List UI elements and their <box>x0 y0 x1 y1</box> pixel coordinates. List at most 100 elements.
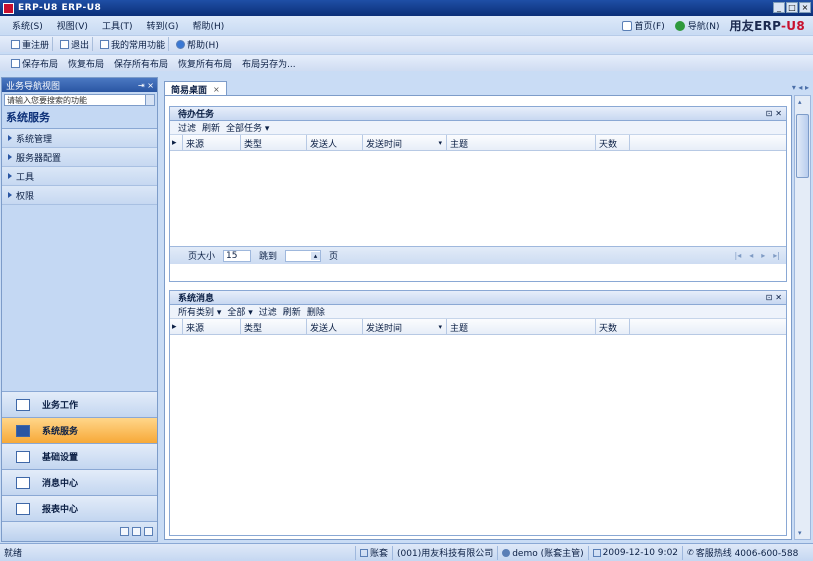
scroll-thumb[interactable] <box>796 114 809 178</box>
page-size-input[interactable]: 15 <box>223 249 252 262</box>
module-basic-settings[interactable]: 基础设置 <box>2 443 157 469</box>
panel-title-bar: 待办任务 ⊡ ✕ <box>170 107 786 121</box>
refresh-button[interactable]: 刷新 <box>283 305 301 318</box>
col-send-time[interactable]: 发送时间 ▾ <box>363 135 447 151</box>
close-button[interactable]: × <box>799 2 811 13</box>
relogin-icon <box>11 39 20 49</box>
status-hotline-label: 客服热线 4006-600-588 <box>695 549 799 559</box>
save-layout-as-button[interactable]: 布局另存为... <box>239 56 299 70</box>
col-send-time[interactable]: 发送时间 ▾ <box>363 319 447 335</box>
logo-suffix: U8 <box>786 19 805 33</box>
col-days[interactable]: 天数 <box>596 319 630 335</box>
minimize-button[interactable]: _ <box>773 2 785 13</box>
home-button[interactable]: 首页(F) <box>621 19 665 32</box>
panel-restore-icon[interactable]: ⊡ <box>766 109 773 118</box>
goto-page-input[interactable]: ▴ <box>285 249 322 262</box>
panel-restore-icon[interactable]: ⊡ <box>766 293 773 302</box>
category-dropdown[interactable]: 所有类别 ▾ <box>178 305 221 318</box>
col-send-time-label: 发送时间 <box>366 139 403 150</box>
module-message-center[interactable]: 消息中心 <box>2 469 157 495</box>
filter-button[interactable]: 过滤 <box>259 305 277 318</box>
menu-goto[interactable]: 转到(G) <box>146 19 178 32</box>
nav-button[interactable]: 导航(N) <box>674 19 719 32</box>
content-scrollbar[interactable]: ▴ ▾ <box>794 95 811 540</box>
menu-help[interactable]: 帮助(H) <box>192 19 224 32</box>
scroll-up-icon[interactable]: ▴ <box>798 98 802 106</box>
help-icon <box>176 39 186 49</box>
col-sender[interactable]: 发送人 <box>307 135 363 151</box>
panel-title: 系统消息 <box>178 294 215 304</box>
nav-tree-item-server-config[interactable]: 服务器配置 <box>2 148 157 167</box>
menu-tools[interactable]: 工具(T) <box>102 19 133 32</box>
panel-toolbar: 过滤 刷新 全部任务 ▾ <box>170 121 786 135</box>
nav-search-input[interactable]: 请输入您要搜索的功能 <box>4 94 155 106</box>
module-label: 报表中心 <box>42 505 79 515</box>
menu-view[interactable]: 视图(V) <box>57 19 88 32</box>
nav-header-title: 业务导航视图 <box>6 81 61 92</box>
scroll-down-icon[interactable]: ▾ <box>798 529 802 537</box>
nav-configure-icon[interactable] <box>144 527 153 536</box>
panel-close-icon[interactable]: ✕ <box>775 109 782 118</box>
last-page-icon[interactable]: ▸| <box>773 251 780 260</box>
nav-tree-item-permissions[interactable]: 权限 <box>2 186 157 205</box>
col-subject[interactable]: 主题 <box>447 319 596 335</box>
nav-tree-item-system-admin[interactable]: 系统管理 <box>2 129 157 148</box>
nav-footer <box>2 521 157 541</box>
home-label: 首页(F) <box>634 22 665 32</box>
tab-close-icon[interactable]: × <box>213 85 220 94</box>
nav-option-icon[interactable] <box>120 527 129 536</box>
save-all-layouts-button[interactable]: 保存所有布局 <box>111 56 171 70</box>
all-dropdown[interactable]: 全部 ▾ <box>227 305 252 318</box>
filter-button[interactable]: 过滤 <box>178 121 196 134</box>
module-label: 系统服务 <box>42 427 79 437</box>
chart-icon <box>16 398 30 411</box>
col-type[interactable]: 类型 <box>241 135 307 151</box>
module-business-work[interactable]: 业务工作 <box>2 391 157 417</box>
task-scope-dropdown[interactable]: 全部任务 ▾ <box>226 121 269 134</box>
restore-all-layouts-button[interactable]: 恢复所有布局 <box>175 56 235 70</box>
col-subject[interactable]: 主题 <box>447 135 596 151</box>
row-indicator-col: ▸ <box>170 319 183 335</box>
panel-close-icon[interactable]: ✕ <box>775 293 782 302</box>
nav-option-icon[interactable] <box>132 527 141 536</box>
module-report-center[interactable]: 报表中心 <box>2 495 157 521</box>
brand-logo: 用友ERP-U8 <box>729 17 805 34</box>
tab-simple-desktop[interactable]: 简易桌面 × <box>164 81 227 96</box>
page-unit-label: 页 <box>329 252 339 262</box>
help-button[interactable]: 帮助(H) <box>173 37 222 51</box>
col-days[interactable]: 天数 <box>596 135 630 151</box>
status-date: 2009-12-10 9:02 <box>587 545 682 560</box>
nav-pin-close-icon[interactable]: ⇥ × <box>138 81 154 90</box>
exit-button[interactable]: 退出 <box>57 37 94 51</box>
status-operator-label: demo (账套主管) <box>512 549 584 559</box>
grid-body[interactable] <box>170 151 786 246</box>
col-sender[interactable]: 发送人 <box>307 319 363 335</box>
relogin-label: 重注册 <box>22 40 50 51</box>
spin-icon[interactable]: ▴ <box>311 251 321 260</box>
tab-scroll-controls[interactable]: ▾ ◂ ▸ <box>792 83 809 92</box>
delete-button[interactable]: 删除 <box>307 305 325 318</box>
col-source[interactable]: 来源 <box>183 135 241 151</box>
layout-toolbar: 保存布局 恢复布局 保存所有布局 恢复所有布局 布局另存为... <box>0 54 813 71</box>
col-source[interactable]: 来源 <box>183 319 241 335</box>
nav-tree-label: 系统管理 <box>16 134 53 145</box>
dropdown-arrow-icon[interactable] <box>145 95 154 105</box>
save-layout-button[interactable]: 保存布局 <box>8 56 61 70</box>
expand-arrow-icon <box>8 154 12 160</box>
next-page-icon[interactable]: ▸ <box>761 251 765 260</box>
module-system-service[interactable]: 系统服务 <box>2 417 157 443</box>
pager: 页大小 15 跳到 ▴ 页 |◂ ◂ ▸ ▸| <box>170 246 786 264</box>
maximize-button[interactable]: □ <box>786 2 798 13</box>
restore-layout-button[interactable]: 恢复布局 <box>65 56 107 70</box>
menu-system[interactable]: 系统(S) <box>12 19 43 32</box>
nav-tree-label: 服务器配置 <box>16 153 62 164</box>
relogin-button[interactable]: 重注册 <box>8 37 54 51</box>
nav-tree-item-tools[interactable]: 工具 <box>2 167 157 186</box>
col-type[interactable]: 类型 <box>241 319 307 335</box>
refresh-button[interactable]: 刷新 <box>202 121 220 134</box>
first-page-icon[interactable]: |◂ <box>735 251 742 260</box>
favorites-label: 我的常用功能 <box>111 40 166 51</box>
prev-page-icon[interactable]: ◂ <box>749 251 753 260</box>
grid-body[interactable] <box>170 335 786 535</box>
favorites-button[interactable]: 我的常用功能 <box>97 37 170 51</box>
